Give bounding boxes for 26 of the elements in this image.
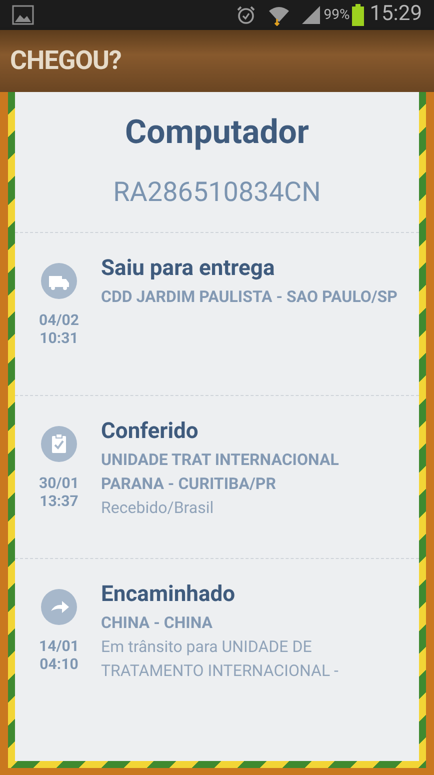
clock: 15:29 xyxy=(370,1,422,28)
event-location: CDD JARDIM PAULISTA - SAO PAULO/SP xyxy=(101,286,398,308)
event-time: 04:10 xyxy=(39,655,79,673)
alarm-icon xyxy=(236,5,256,25)
event-location: CHINA - CHINA xyxy=(101,612,214,634)
event-title: Conferido xyxy=(101,418,200,446)
event-title: Saiu para entrega xyxy=(101,255,276,283)
event-date: 04/02 xyxy=(39,311,79,329)
battery-percent: 99% xyxy=(324,6,350,24)
clipboard-icon xyxy=(41,426,77,462)
wifi-icon xyxy=(268,4,290,26)
tracking-code: RA286510834CN xyxy=(112,174,322,210)
event-location: UNIDADE TRAT INTERNACIONAL PARANA - CURITIBA/PR xyxy=(101,449,340,495)
package-name: Computador xyxy=(124,112,310,154)
app-title: CHEGOU? xyxy=(10,44,122,78)
event-date: 14/01 xyxy=(39,637,79,655)
event-detail: Em trânsito para UNIDADE DE TRATAMENTO INTERNACIONAL - xyxy=(101,636,340,682)
event-time: 13:37 xyxy=(39,492,79,510)
battery-icon xyxy=(352,4,364,26)
event-date: 30/01 xyxy=(39,474,79,492)
signal-icon xyxy=(302,6,322,24)
event-time: 10:31 xyxy=(39,329,79,347)
event-title: Encaminhado xyxy=(101,581,236,609)
truck-icon xyxy=(41,263,77,299)
picture-icon xyxy=(12,5,34,25)
event-detail: Recebido/Brasil xyxy=(101,497,215,519)
